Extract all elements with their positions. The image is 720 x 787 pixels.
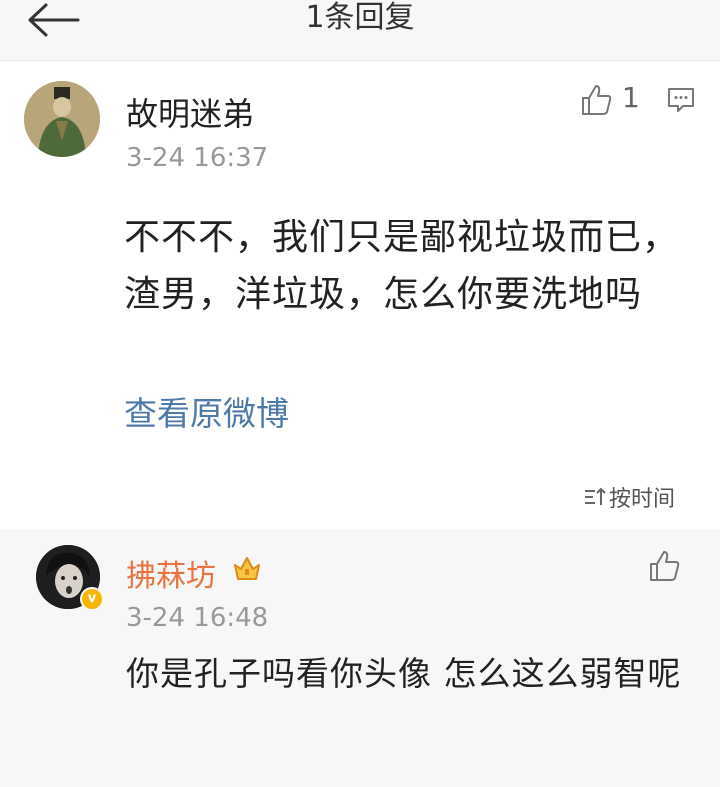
comment-text: 你是孔子吗看你头像 怎么这么弱智呢 [126,654,682,693]
thumbs-up-icon[interactable] [580,83,614,117]
comment-text: 不不不，我们只是鄙视垃圾而已，渣男，洋垃圾，怎么你要洗地吗 [124,217,680,315]
verified-badge-icon: v [80,587,104,611]
main-comment: 故明迷弟 3-24 16:37 1 不不不，我们只是鄙视垃圾而已，渣男，洋垃圾，… [0,61,720,528]
view-original-link[interactable]: 查看原微博 [124,387,289,435]
reply-comment-icon[interactable] [666,85,696,115]
username[interactable]: 故明迷弟 [126,89,254,135]
username[interactable]: 拂菻坊 [126,551,216,595]
vip-crown-icon [234,557,260,580]
sort-icon [585,487,606,505]
page-title: 1条回复 [305,0,415,35]
reply-comment: v 拂菻坊 3-24 16:48 你是孔子吗看你头像 怎么这么弱智呢 [0,529,720,787]
sort-by-time-button[interactable]: 按时间 [583,481,675,513]
thumbs-up-icon[interactable] [648,549,682,583]
like-count: 1 [622,81,640,114]
top-bar: 1条回复 [0,0,720,61]
avatar[interactable] [24,81,100,157]
sort-label: 按时间 [609,487,676,512]
comment-time: 3-24 16:37 [126,143,269,173]
comment-time: 3-24 16:48 [126,603,269,633]
